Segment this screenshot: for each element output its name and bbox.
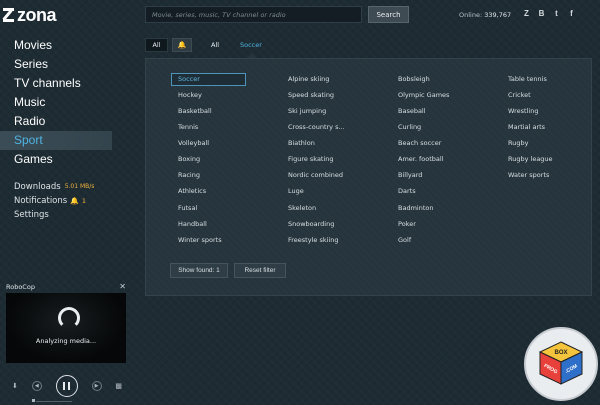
genre-item[interactable]: Alpine skiing (288, 73, 329, 86)
next-icon[interactable]: ▶ (91, 381, 102, 391)
online-label: Online: (459, 11, 483, 19)
breadcrumb-current[interactable]: Soccer (240, 41, 262, 49)
nav-item-movies[interactable]: Movies (0, 36, 112, 55)
filter-bell-icon[interactable]: 🔔 (172, 38, 192, 52)
vk-social-icon[interactable]: B (537, 9, 546, 18)
genre-item[interactable]: Water sports (508, 169, 549, 182)
genre-item[interactable]: Skeleton (288, 202, 316, 215)
nav-item-games[interactable]: Games (0, 150, 112, 169)
nav-item-music[interactable]: Music (0, 93, 112, 112)
nav-item-radio[interactable]: Radio (0, 112, 112, 131)
app-logo[interactable]: zona (2, 4, 57, 26)
bell-icon: 🔔 (70, 197, 79, 205)
player-header: RoboCop ✕ (6, 281, 126, 292)
search-button[interactable]: Search (368, 6, 409, 23)
notifications-link[interactable]: Notifications 🔔 1 (14, 194, 94, 208)
genre-item[interactable]: Nordic combined (288, 169, 343, 182)
genre-item[interactable]: Golf (398, 234, 411, 247)
logo-icon (2, 8, 14, 22)
genre-item[interactable]: Wrestling (508, 105, 538, 118)
breadcrumb-all[interactable]: All (211, 41, 219, 49)
genre-item[interactable]: Olympic Games (398, 89, 449, 102)
genre-item[interactable]: Handball (178, 218, 207, 231)
main-nav: Movies Series TV channels Music Radio Sp… (0, 36, 112, 169)
zona-social-icon[interactable]: Z (522, 9, 531, 18)
download-speed: 5.01 MB/s (64, 183, 95, 190)
genre-item[interactable]: Curling (398, 121, 421, 134)
genre-item[interactable]: Boxing (178, 153, 200, 166)
genre-item[interactable]: Speed skating (288, 89, 334, 102)
genre-item[interactable]: Snowboarding (288, 218, 334, 231)
twitter-social-icon[interactable]: t (552, 9, 561, 18)
genre-item[interactable]: Cricket (508, 89, 531, 102)
nav-item-series[interactable]: Series (0, 55, 112, 74)
show-found-button[interactable]: Show found: 1 (170, 263, 228, 278)
genre-item[interactable]: Rugby (508, 137, 528, 150)
genre-item[interactable]: Darts (398, 185, 416, 198)
genre-item-selected[interactable]: Soccer (171, 73, 246, 86)
genre-item[interactable]: Poker (398, 218, 416, 231)
genre-item[interactable]: Winter sports (178, 234, 222, 247)
logo-text: zona (17, 4, 57, 25)
genre-item[interactable]: Futsal (178, 202, 197, 215)
genre-item[interactable]: Amer. football (398, 153, 444, 166)
genre-item[interactable]: Ski jumping (288, 105, 326, 118)
player-screen[interactable]: Analyzing media... (6, 293, 126, 363)
settings-link[interactable]: Settings (14, 208, 94, 222)
genre-item[interactable]: Luge (288, 185, 304, 198)
nav-item-tv-channels[interactable]: TV channels (0, 74, 112, 93)
genre-item[interactable]: Basketball (178, 105, 212, 118)
genre-item[interactable]: Billyard (398, 169, 422, 182)
fullscreen-icon[interactable]: ▩ (115, 382, 122, 390)
online-count: 339,767 (484, 11, 512, 19)
watermark-text-box: BOX (554, 350, 567, 356)
notifications-label: Notifications (14, 196, 68, 206)
genre-item[interactable]: Biathlon (288, 137, 315, 150)
genre-item[interactable]: Bobsleigh (398, 73, 430, 86)
player-title: RoboCop (6, 282, 35, 291)
download-icon[interactable]: ⬇ (12, 382, 18, 390)
genre-item[interactable]: Racing (178, 169, 200, 182)
genre-item[interactable]: Hockey (178, 89, 202, 102)
player-progress[interactable] (32, 399, 72, 405)
previous-icon[interactable]: ◀ (31, 381, 42, 391)
genre-item[interactable]: Rugby league (508, 153, 553, 166)
close-icon[interactable]: ✕ (119, 282, 126, 291)
settings-label: Settings (14, 210, 49, 220)
social-links: Z B t f (522, 9, 576, 18)
genre-item[interactable]: Beach soccer (398, 137, 441, 150)
genre-item[interactable]: Figure skating (288, 153, 334, 166)
filter-all-button[interactable]: All (145, 38, 168, 52)
downloads-link[interactable]: Downloads 5.01 MB/s (14, 180, 94, 194)
downloads-label: Downloads (14, 182, 61, 192)
genre-item[interactable]: Freestyle skiing (288, 234, 338, 247)
genre-item[interactable]: Tennis (178, 121, 198, 134)
genre-item[interactable]: Baseball (398, 105, 426, 118)
facebook-social-icon[interactable]: f (567, 9, 576, 18)
genre-item[interactable]: Martial arts (508, 121, 545, 134)
player-status: Analyzing media... (35, 337, 97, 345)
watermark-box-icon: BOX PROG .COM (538, 341, 584, 385)
genre-item[interactable]: Cross-country s... (288, 121, 345, 134)
genre-item[interactable]: Athletics (178, 185, 206, 198)
search-input[interactable] (145, 6, 362, 23)
nav-item-sport[interactable]: Sport (0, 131, 112, 150)
genre-item[interactable]: Volleyball (178, 137, 209, 150)
reset-filter-button[interactable]: Reset filter (234, 263, 286, 278)
player-controls: ⬇ ◀ ▶ ▩ (12, 374, 122, 398)
genre-item[interactable]: Table tennis (508, 73, 547, 86)
online-counter: Online: 339,767 (459, 11, 511, 19)
notifications-count: 1 (81, 197, 87, 205)
genre-panel: Soccer Hockey Basketball Tennis Volleyba… (145, 58, 592, 296)
loading-spinner-icon (58, 307, 80, 329)
utility-links: Downloads 5.01 MB/s Notifications 🔔 1 Se… (14, 180, 94, 222)
pause-button[interactable] (55, 375, 78, 397)
genre-item[interactable]: Badminton (398, 202, 433, 215)
